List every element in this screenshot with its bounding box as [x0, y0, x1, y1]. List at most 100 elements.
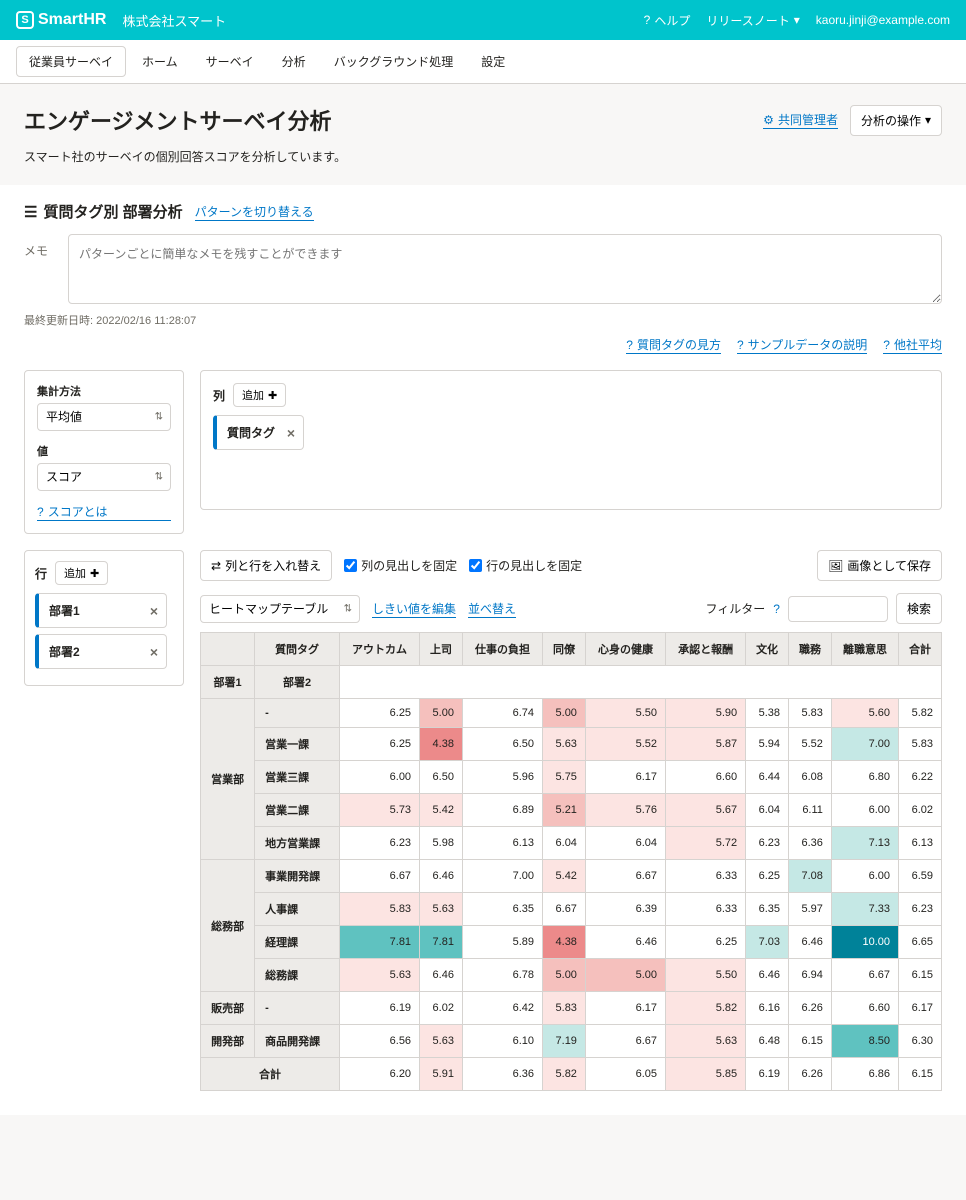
value-cell: 6.25 [339, 728, 419, 761]
col-header: 同僚 [543, 633, 586, 666]
app-header: S SmartHR 株式会社スマート ?ヘルプ リリースノート ▾ kaoru.… [0, 0, 966, 40]
value-cell: 5.87 [666, 728, 746, 761]
subdept-cell: - [255, 699, 340, 728]
value-cell: 6.00 [339, 761, 419, 794]
value-cell: 6.78 [462, 959, 542, 992]
close-icon[interactable]: × [150, 603, 158, 619]
filter-input[interactable] [788, 596, 888, 622]
table-row: 総務課5.636.466.785.005.005.506.466.946.676… [201, 959, 942, 992]
threshold-link[interactable]: しきい値を編集 [372, 600, 456, 618]
help-icon: ? [626, 338, 633, 352]
nav-background[interactable]: バックグラウンド処理 [322, 47, 466, 76]
save-image-button[interactable]: 🖼画像として保存 [817, 550, 942, 581]
share-admin-link[interactable]: ⚙共同管理者 [763, 111, 838, 129]
filter-label: フィルター [706, 600, 766, 617]
value-cell: 6.60 [831, 992, 898, 1025]
value-cell: 6.00 [831, 860, 898, 893]
fix-row-checkbox[interactable]: 行の見出しを固定 [469, 557, 582, 574]
value-cell: 6.67 [543, 893, 586, 926]
value-cell: 8.50 [831, 1025, 898, 1058]
help-sample-link[interactable]: ?サンプルデータの説明 [737, 336, 867, 354]
value-cell: 5.98 [420, 827, 463, 860]
row-chip-2[interactable]: 部署2× [35, 634, 167, 669]
value-cell: 5.97 [789, 893, 832, 926]
sort-link[interactable]: 並べ替え [468, 600, 516, 618]
value-cell: 6.56 [339, 1025, 419, 1058]
table-row: 販売部-6.196.026.425.836.175.826.166.266.60… [201, 992, 942, 1025]
search-button[interactable]: 検索 [896, 593, 942, 624]
value-cell: 6.35 [462, 893, 542, 926]
value-cell: 6.67 [585, 860, 665, 893]
total-value-cell: 6.15 [899, 1058, 942, 1091]
analysis-actions-button[interactable]: 分析の操作 ▾ [850, 105, 942, 136]
value-cell: 5.42 [420, 794, 463, 827]
help-average-link[interactable]: ?他社平均 [883, 336, 942, 354]
logo-icon: S [16, 11, 34, 29]
table-type-select[interactable]: ヒートマップテーブル [200, 595, 360, 623]
tag-header: 質問タグ [255, 633, 340, 666]
user-email[interactable]: kaoru.jinji@example.com [816, 13, 950, 27]
nav-analysis[interactable]: 分析 [270, 47, 318, 76]
page-title: エンゲージメントサーベイ分析 [24, 104, 332, 136]
value-cell: 5.63 [339, 959, 419, 992]
agg-select[interactable]: 平均値 [37, 403, 171, 431]
value-cell: 5.60 [831, 699, 898, 728]
memo-input[interactable] [68, 234, 942, 304]
agg-label: 集計方法 [37, 383, 171, 399]
value-select[interactable]: スコア [37, 463, 171, 491]
value-cell: 5.50 [585, 699, 665, 728]
release-notes-link[interactable]: リリースノート ▾ [706, 12, 799, 29]
add-column-button[interactable]: 追加 ✚ [233, 383, 286, 407]
value-cell: 7.19 [543, 1025, 586, 1058]
nav-employee-survey[interactable]: 従業員サーベイ [16, 46, 126, 77]
close-icon[interactable]: × [287, 425, 295, 441]
fix-col-checkbox[interactable]: 列の見出しを固定 [344, 557, 457, 574]
nav-home[interactable]: ホーム [130, 47, 190, 76]
value-cell: 6.89 [462, 794, 542, 827]
value-cell: 6.42 [462, 992, 542, 1025]
value-cell: 5.96 [462, 761, 542, 794]
nav-settings[interactable]: 設定 [469, 47, 517, 76]
total-label-cell: 合計 [201, 1058, 340, 1091]
switch-pattern-link[interactable]: パターンを切り替える [195, 203, 314, 221]
col-header: 合計 [899, 633, 942, 666]
help-icon[interactable]: ? [773, 602, 780, 616]
value-cell: 5.00 [543, 959, 586, 992]
value-cell: 6.11 [789, 794, 832, 827]
value-cell: 6.67 [585, 1025, 665, 1058]
value-cell: 6.17 [585, 992, 665, 1025]
column-chip[interactable]: 質問タグ× [213, 415, 304, 450]
table-row: 人事課5.835.636.356.676.396.336.355.977.336… [201, 893, 942, 926]
total-value-cell: 6.19 [746, 1058, 789, 1091]
value-cell: 6.02 [420, 992, 463, 1025]
dept-cell: 販売部 [201, 992, 255, 1025]
value-cell: 6.48 [746, 1025, 789, 1058]
score-help-link[interactable]: ?スコアとは [37, 503, 171, 521]
value-cell: 6.44 [746, 761, 789, 794]
add-row-button[interactable]: 追加 ✚ [55, 561, 108, 585]
value-cell: 7.00 [462, 860, 542, 893]
row-label: 行 [35, 565, 47, 582]
col-header: 離職意思 [831, 633, 898, 666]
value-cell: 6.08 [789, 761, 832, 794]
value-cell: 6.17 [585, 761, 665, 794]
value-cell: 5.82 [666, 992, 746, 1025]
row-chip-1[interactable]: 部署1× [35, 593, 167, 628]
help-tag-link[interactable]: ?質問タグの見方 [626, 336, 721, 354]
value-cell: 5.75 [543, 761, 586, 794]
swap-button[interactable]: ⇄列と行を入れ替え [200, 550, 332, 581]
nav-survey[interactable]: サーベイ [194, 47, 266, 76]
table-row: 総務部事業開発課6.676.467.005.426.676.336.257.08… [201, 860, 942, 893]
value-cell: 6.25 [666, 926, 746, 959]
col-header: 文化 [746, 633, 789, 666]
subdept-cell: 商品開発課 [255, 1025, 340, 1058]
help-link[interactable]: ?ヘルプ [644, 12, 691, 29]
value-cell: 6.15 [789, 1025, 832, 1058]
value-cell: 6.19 [339, 992, 419, 1025]
subdept-cell: 人事課 [255, 893, 340, 926]
value-cell: 5.38 [746, 699, 789, 728]
memo-label: メモ [24, 234, 56, 304]
close-icon[interactable]: × [150, 644, 158, 660]
value-cell: 7.00 [831, 728, 898, 761]
value-cell: 10.00 [831, 926, 898, 959]
